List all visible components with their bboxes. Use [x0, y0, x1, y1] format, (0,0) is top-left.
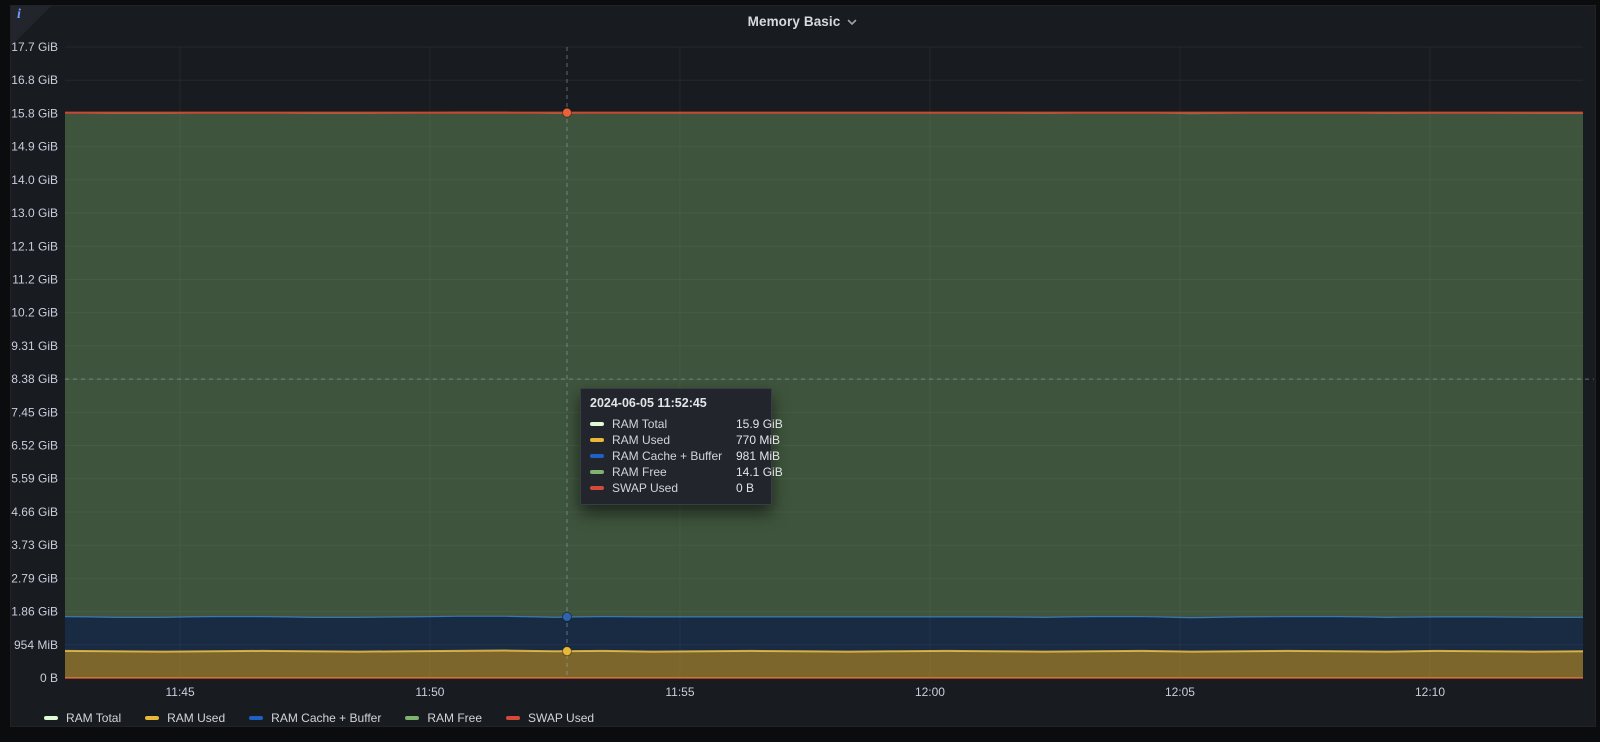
tooltip-series-value: 15.9 GiB [736, 417, 783, 431]
series-swatch [590, 470, 604, 474]
tooltip-series-value: 770 MiB [736, 433, 780, 447]
y-axis-label: 0 B [40, 671, 58, 685]
hover-dot-ram-total [563, 108, 572, 117]
y-axis-label: 15.8 GiB [11, 106, 58, 120]
y-axis-label: 17.7 GiB [11, 40, 58, 54]
y-axis-label: 13.0 GiB [11, 206, 58, 220]
series-swatch [590, 422, 604, 426]
x-axis-label: 12:05 [1165, 685, 1195, 699]
series-swatch [590, 454, 604, 458]
y-axis-label: 11.2 GiB [12, 272, 58, 286]
y-axis-label: 1.86 GiB [11, 605, 58, 619]
x-axis-label: 12:00 [915, 685, 945, 699]
tooltip-row-ram-total: RAM Total15.9 GiB [590, 416, 762, 432]
tooltip-row-ram-cache-buffer: RAM Cache + Buffer981 MiB [590, 448, 762, 464]
tooltip-timestamp: 2024-06-05 11:52:45 [590, 396, 762, 410]
y-axis-label: 8.38 GiB [11, 372, 58, 386]
y-axis-label: 3.73 GiB [11, 538, 58, 552]
y-axis-label: 5.59 GiB [11, 472, 58, 486]
area-ram-cache-buffer [65, 616, 1583, 651]
series-swatch [590, 486, 604, 490]
tooltip-series-label: RAM Total [612, 417, 736, 431]
memory-chart[interactable]: 0 B 954 MiB 1.86 GiB 2.79 GiB 3.73 GiB 4.66 G… [0, 0, 1600, 742]
y-axis-label: 14.0 GiB [11, 173, 58, 187]
y-axis-label: 2.79 GiB [11, 571, 58, 585]
y-axis-label: 16.8 GiB [11, 73, 58, 87]
y-axis-label: 9.31 GiB [11, 339, 58, 353]
x-axis-label: 11:55 [665, 685, 694, 699]
y-axis-label: 4.66 GiB [11, 505, 58, 519]
hover-dot-ram-cache-buffer [563, 612, 572, 621]
y-axis-label: 12.1 GiB [11, 239, 58, 253]
tooltip-row-swap-used: SWAP Used0 B [590, 480, 762, 496]
tooltip-row-ram-free: RAM Free14.1 GiB [590, 464, 762, 480]
x-axis-label: 12:10 [1415, 685, 1445, 699]
tooltip-series-value: 14.1 GiB [736, 465, 783, 479]
area-ram-free [65, 112, 1583, 617]
y-axis-label: 10.2 GiB [11, 306, 58, 320]
area-ram-used [65, 651, 1583, 678]
y-axis-label: 954 MiB [14, 638, 58, 652]
tooltip-series-label: RAM Used [612, 433, 736, 447]
x-axis-label: 11:50 [415, 685, 444, 699]
chart-tooltip: 2024-06-05 11:52:45 RAM Total15.9 GiBRAM… [580, 388, 772, 505]
tooltip-series-value: 0 B [736, 481, 762, 495]
tooltip-series-value: 981 MiB [736, 449, 780, 463]
tooltip-row-ram-used: RAM Used770 MiB [590, 432, 762, 448]
y-axis-label: 14.9 GiB [11, 140, 58, 154]
series-swatch [590, 438, 604, 442]
tooltip-series-label: RAM Free [612, 465, 736, 479]
x-axis-label: 11:45 [165, 685, 194, 699]
tooltip-series-label: SWAP Used [612, 481, 736, 495]
y-axis-label: 6.52 GiB [11, 439, 58, 453]
hover-dot-ram-used [563, 647, 572, 656]
tooltip-series-label: RAM Cache + Buffer [612, 449, 736, 463]
y-axis-label: 7.45 GiB [11, 405, 58, 419]
